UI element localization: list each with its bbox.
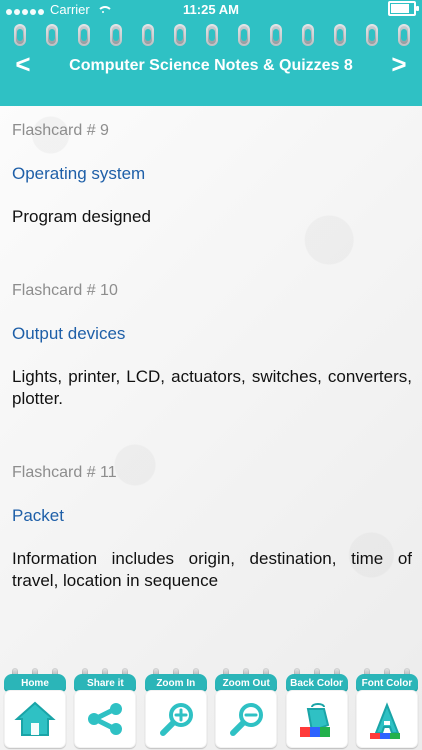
home-button-icon-area: [4, 690, 66, 748]
binder-ring: [366, 24, 378, 46]
font-color-button-icon-area: [355, 690, 418, 748]
back-color-button[interactable]: Back Color: [284, 668, 350, 748]
flashcard-number: Flashcard # 9: [12, 122, 109, 139]
binder-ring: [110, 24, 122, 46]
zoom-out-icon: [230, 703, 264, 736]
flashcard-term: Operating system: [12, 164, 146, 183]
binder-ring: [78, 24, 90, 46]
app-header: Carrier 11:25 AM < Computer Science Note…: [0, 0, 422, 106]
flashcard-term: Output devices: [12, 324, 126, 343]
binder-ring: [46, 24, 58, 46]
flashcard-definition: Program designed: [12, 207, 151, 226]
zoom-in-icon: [159, 703, 193, 736]
binder-rings: [0, 18, 422, 48]
zoom-in-button-icon-area: [144, 690, 207, 748]
flashcard: Flashcard # 11 Packet Information includ…: [12, 464, 412, 592]
bottom-toolbar: Home Share it Zoom In Zoom Out Back Colo…: [0, 666, 422, 750]
flashcard-number: Flashcard # 10: [12, 282, 118, 299]
back-color-button-icon-area: [285, 690, 348, 748]
flashcard-term: Packet: [12, 506, 64, 525]
flashcard: Flashcard # 10 Output devices Lights, pr…: [12, 282, 412, 410]
font-color-button[interactable]: Font Color: [354, 668, 420, 748]
home-button[interactable]: Home: [2, 668, 68, 748]
zoom-out-button[interactable]: Zoom Out: [213, 668, 279, 748]
next-button[interactable]: >: [382, 47, 416, 81]
paint-bucket-icon: [299, 703, 330, 737]
status-right: [388, 0, 419, 16]
zoom-out-button-icon-area: [215, 690, 278, 748]
binder-ring: [334, 24, 346, 46]
share-button[interactable]: Share it: [72, 668, 138, 748]
share-button-icon-area: [74, 690, 137, 748]
flashcard: Flashcard # 9 Operating system Program d…: [12, 122, 412, 228]
flashcard-definition: Lights, printer, LCD, actuators, switche…: [12, 367, 412, 408]
font-color-icon: [369, 702, 400, 739]
binder-ring: [398, 24, 410, 46]
flashcard-number: Flashcard # 11: [12, 464, 117, 481]
battery-icon: [388, 1, 419, 16]
binder-ring: [14, 24, 26, 46]
status-bar: Carrier 11:25 AM: [0, 0, 422, 20]
status-time: 11:25 AM: [183, 2, 239, 17]
binder-ring: [238, 24, 250, 46]
flashcards-content: Flashcard # 9 Operating system Program d…: [0, 106, 422, 666]
binder-ring: [302, 24, 314, 46]
binder-ring: [206, 24, 218, 46]
binder-ring: [270, 24, 282, 46]
page-title: Computer Science Notes & Quizzes 8: [69, 57, 353, 74]
binder-ring: [142, 24, 154, 46]
share-icon: [88, 703, 123, 735]
flashcard-definition: Information includes origin, destination…: [12, 549, 412, 590]
binder-ring: [174, 24, 186, 46]
zoom-in-button[interactable]: Zoom In: [143, 668, 209, 748]
home-icon: [14, 701, 56, 736]
